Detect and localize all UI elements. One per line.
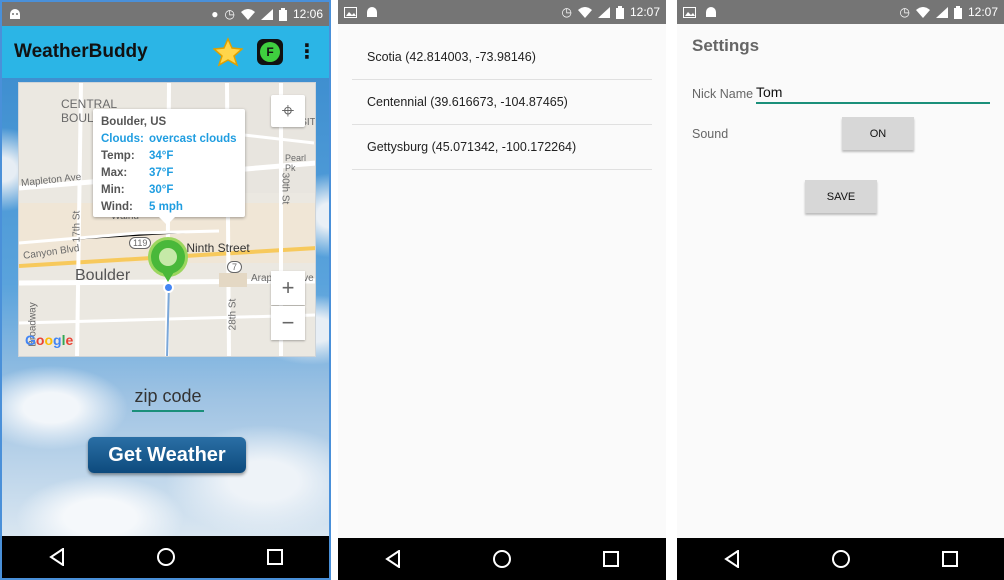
back-icon (723, 550, 739, 568)
nick-name-label: Nick Name (692, 87, 754, 101)
google-logo: Google (25, 332, 74, 348)
more-vert-icon[interactable]: ⋮ (297, 42, 317, 62)
list-item[interactable]: Centennial (39.616673, -104.87465) (352, 80, 652, 125)
sound-label: Sound (692, 127, 729, 141)
map-label-boulder: Boulder (75, 267, 131, 284)
recents-button[interactable] (591, 539, 631, 579)
crosshair-icon: ⌖ (281, 98, 295, 123)
home-button[interactable] (146, 537, 186, 577)
back-button[interactable] (373, 539, 413, 579)
signal-icon (935, 6, 948, 18)
android-icon (10, 9, 20, 19)
clock: 12:07 (967, 5, 998, 19)
home-button[interactable] (482, 539, 522, 579)
back-button[interactable] (37, 537, 77, 577)
settings-screen: ◷ 12:07 Settings Nick Name Sound ON SAVE (677, 0, 1004, 580)
nav-bar (677, 538, 1004, 580)
alarm-icon: ◷ (899, 5, 910, 19)
save-button[interactable]: SAVE (805, 180, 877, 213)
zip-code-input[interactable]: zip code (132, 386, 204, 412)
info-place: Boulder, US (101, 116, 167, 128)
map-label-28th: 28th St (227, 298, 239, 331)
wifi-icon (915, 6, 930, 18)
info-row-temp: Temp: 34°F (101, 150, 174, 162)
alarm-icon: ◷ (224, 7, 235, 21)
recents-button[interactable] (255, 537, 295, 577)
info-row-clouds: Clouds: overcast clouds (101, 133, 237, 145)
status-bar: ◷ 12:07 (338, 0, 666, 24)
minus-icon: − (281, 310, 295, 335)
home-icon (492, 550, 511, 568)
map-label-ninth-street: y Ninth Street (177, 241, 250, 255)
app-badge-icon[interactable]: F (257, 39, 283, 65)
clock: 12:06 (292, 7, 323, 21)
nick-name-field[interactable] (756, 84, 990, 104)
weather-screen: ● ◷ 12:06 WeatherBuddy F ⋮ CENTRAL BOULI… (0, 0, 331, 580)
route-119-badge: 119 (129, 237, 152, 249)
recents-button[interactable] (930, 539, 970, 579)
map-label-17th: 17th St (71, 210, 83, 243)
map-label-boulder-area: BOULI (61, 111, 98, 125)
app-badge-letter: F (260, 42, 280, 62)
list-item[interactable]: Scotia (42.814003, -73.98146) (352, 35, 652, 80)
home-icon (156, 548, 175, 566)
back-button[interactable] (712, 539, 752, 579)
weather-info-window[interactable]: Boulder, US Clouds: overcast clouds Temp:… (93, 109, 245, 225)
battery-icon (615, 5, 624, 19)
battery-icon (953, 5, 962, 19)
home-button[interactable] (821, 539, 861, 579)
image-icon (344, 6, 357, 18)
signal-icon (597, 6, 610, 18)
recents-icon (603, 551, 620, 567)
get-weather-button[interactable]: Get Weather (88, 437, 246, 473)
map-view[interactable]: CENTRAL BOULI TRANSIT Pearl Pk Mapleton … (18, 82, 316, 357)
app-bar: WeatherBuddy F ⋮ (2, 26, 329, 78)
home-icon (831, 550, 850, 568)
map-label-30th: 30th St (279, 172, 291, 205)
sound-toggle-button[interactable]: ON (842, 117, 914, 150)
my-location-button[interactable]: ⌖ (271, 95, 305, 127)
zoom-in-button[interactable]: + (271, 271, 305, 305)
recents-icon (266, 549, 283, 565)
page-title: Settings (692, 36, 760, 55)
my-location-dot (163, 282, 174, 293)
route-7-badge: 7 (227, 261, 243, 273)
status-bar: ◷ 12:07 (677, 0, 1004, 24)
signal-icon (260, 8, 273, 20)
status-bar: ● ◷ 12:06 (2, 2, 329, 26)
info-row-wind: Wind: 5 mph (101, 201, 183, 213)
weather-pin-icon[interactable] (148, 237, 188, 282)
android-icon (367, 7, 377, 17)
back-icon (48, 548, 64, 566)
wifi-icon (240, 8, 255, 20)
info-row-min: Min: 30°F (101, 184, 174, 196)
plus-icon: + (281, 275, 295, 300)
list-item[interactable]: Gettysburg (45.071342, -100.172264) (352, 125, 652, 170)
star-icon[interactable] (213, 37, 243, 67)
wifi-icon (577, 6, 592, 18)
map-label-pearl: Pearl Pk (285, 153, 307, 173)
locations-screen: ◷ 12:07 Scotia (42.814003, -73.98146) Ce… (338, 0, 666, 580)
alarm-icon: ◷ (561, 5, 572, 19)
clock: 12:07 (629, 5, 660, 19)
nav-bar (338, 538, 666, 580)
image-icon (683, 6, 696, 18)
back-icon (384, 550, 400, 568)
nav-bar (2, 536, 329, 578)
saved-locations-list: Scotia (42.814003, -73.98146) Centennial… (352, 35, 652, 170)
recents-icon (941, 551, 958, 567)
battery-icon (278, 7, 287, 21)
location-icon: ● (211, 7, 219, 21)
android-icon (706, 7, 716, 17)
app-title: WeatherBuddy (14, 41, 148, 62)
info-row-max: Max: 37°F (101, 167, 174, 179)
zoom-out-button[interactable]: − (271, 306, 305, 340)
